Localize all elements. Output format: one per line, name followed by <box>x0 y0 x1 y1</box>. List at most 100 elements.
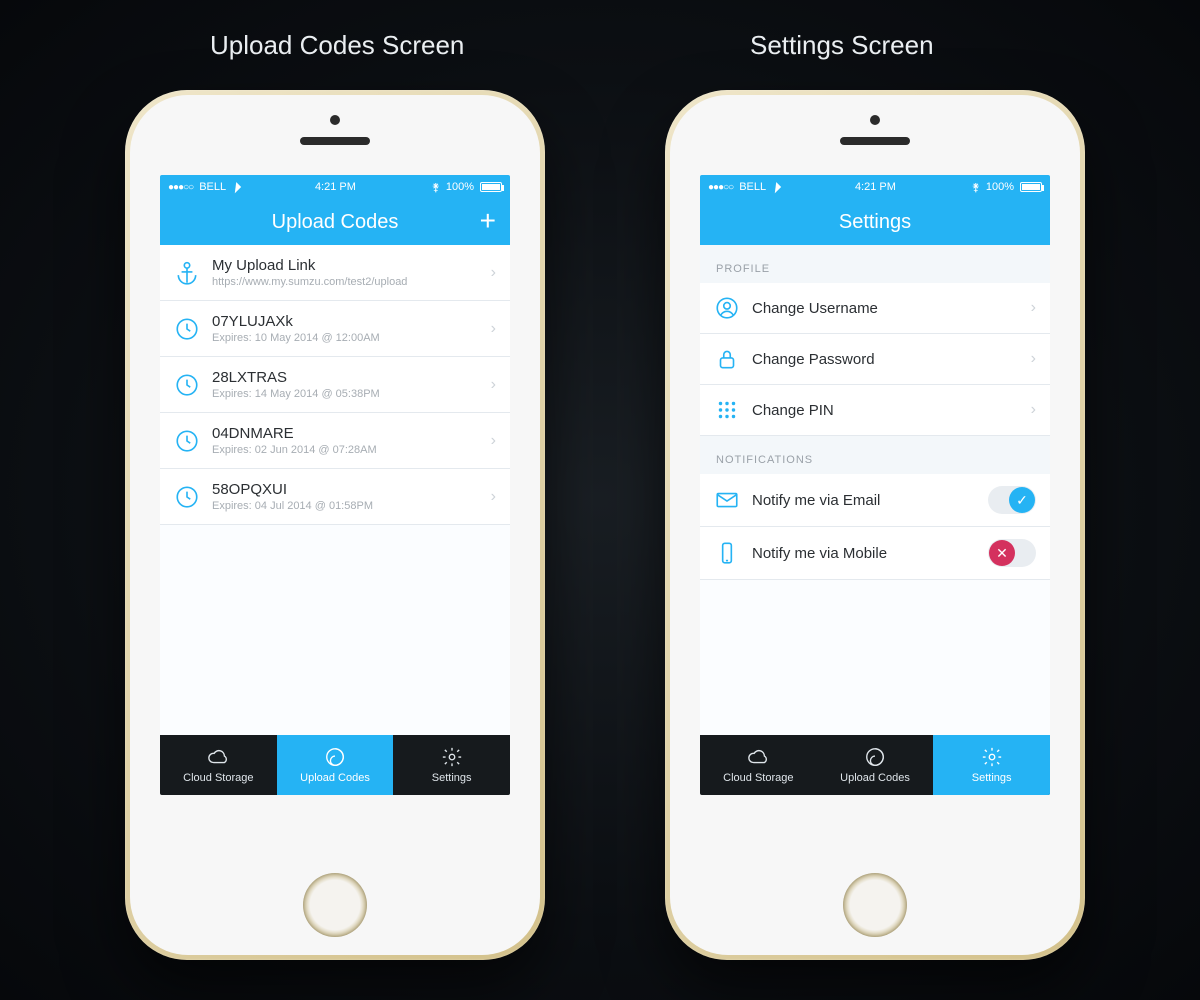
list-item-subtitle: Expires: 04 Jul 2014 @ 01:58PM <box>212 500 479 512</box>
clock-label: 4:21 PM <box>315 181 356 193</box>
battery-label: 100% <box>986 181 1014 193</box>
navbar-settings: Settings <box>700 199 1050 245</box>
settings-list: PROFILE Change Username › Change Passwor… <box>700 245 1050 735</box>
chevron-right-icon: › <box>491 320 496 338</box>
mobile-icon <box>714 540 740 566</box>
phone-settings: ●●●○○ BELL 4:21 PM ⚵ 100% Settings PROFI… <box>665 90 1085 960</box>
battery-icon <box>480 182 502 192</box>
section-header-notifications: NOTIFICATIONS <box>700 436 1050 474</box>
tab-label: Settings <box>972 772 1012 784</box>
signal-dots-icon: ●●●○○ <box>708 182 733 193</box>
swirl-icon <box>864 746 886 768</box>
list-item-code[interactable]: 04DNMARE Expires: 02 Jun 2014 @ 07:28AM … <box>160 413 510 469</box>
settings-row-label: Notify me via Email <box>752 492 976 509</box>
settings-row-label: Change PIN <box>752 402 1019 419</box>
tab-label: Upload Codes <box>840 772 910 784</box>
screen-title-upload: Upload Codes Screen <box>210 30 464 61</box>
tab-bar: Cloud Storage Upload Codes Settings <box>160 735 510 795</box>
settings-row-pin[interactable]: Change PIN › <box>700 385 1050 436</box>
chevron-right-icon: › <box>491 376 496 394</box>
navbar-title: Settings <box>839 211 911 234</box>
gear-icon <box>981 746 1003 768</box>
tab-bar: Cloud Storage Upload Codes Settings <box>700 735 1050 795</box>
tab-upload-codes[interactable]: Upload Codes <box>817 735 934 795</box>
status-bar: ●●●○○ BELL 4:21 PM ⚵ 100% <box>160 175 510 199</box>
timer-icon <box>174 484 200 510</box>
wifi-icon <box>232 181 239 193</box>
list-item-title: 58OPQXUI <box>212 481 479 498</box>
home-button[interactable] <box>303 873 367 937</box>
bluetooth-icon: ⚵ <box>432 181 440 194</box>
screen-upload: ●●●○○ BELL 4:21 PM ⚵ 100% Upload Codes + <box>160 175 510 795</box>
carrier-label: BELL <box>739 181 766 193</box>
settings-row-label: Change Username <box>752 300 1019 317</box>
list-item-code[interactable]: 28LXTRAS Expires: 14 May 2014 @ 05:38PM … <box>160 357 510 413</box>
phone-earpiece <box>840 137 910 145</box>
swirl-icon <box>324 746 346 768</box>
cloud-icon <box>747 746 769 768</box>
phone-earpiece <box>300 137 370 145</box>
toggle-notify-mobile[interactable]: ✕ <box>988 539 1036 567</box>
gear-icon <box>441 746 463 768</box>
phone-camera <box>870 115 880 125</box>
battery-icon <box>1020 182 1042 192</box>
list-item-upload-link[interactable]: My Upload Link https://www.my.sumzu.com/… <box>160 245 510 301</box>
timer-icon <box>174 372 200 398</box>
list-item-subtitle: Expires: 02 Jun 2014 @ 07:28AM <box>212 444 479 456</box>
chevron-right-icon: › <box>1031 350 1036 368</box>
tab-settings[interactable]: Settings <box>933 735 1050 795</box>
settings-row-label: Change Password <box>752 351 1019 368</box>
list-item-title: 07YLUJAXk <box>212 313 479 330</box>
screen-settings: ●●●○○ BELL 4:21 PM ⚵ 100% Settings PROFI… <box>700 175 1050 795</box>
tab-cloud-storage[interactable]: Cloud Storage <box>160 735 277 795</box>
tab-settings[interactable]: Settings <box>393 735 510 795</box>
check-icon: ✓ <box>1009 487 1035 513</box>
settings-row-notify-email: Notify me via Email ✓ <box>700 474 1050 527</box>
wifi-icon <box>772 181 779 193</box>
list-item-title: 28LXTRAS <box>212 369 479 386</box>
signal-dots-icon: ●●●○○ <box>168 182 193 193</box>
list-item-title: 04DNMARE <box>212 425 479 442</box>
carrier-label: BELL <box>199 181 226 193</box>
timer-icon <box>174 428 200 454</box>
settings-row-label: Notify me via Mobile <box>752 545 976 562</box>
timer-icon <box>174 316 200 342</box>
settings-row-password[interactable]: Change Password › <box>700 334 1050 385</box>
list-item-subtitle: https://www.my.sumzu.com/test2/upload <box>212 276 479 288</box>
keypad-icon <box>714 397 740 423</box>
add-button[interactable]: + <box>480 207 496 235</box>
tab-upload-codes[interactable]: Upload Codes <box>277 735 394 795</box>
chevron-right-icon: › <box>1031 401 1036 419</box>
lock-icon <box>714 346 740 372</box>
chevron-right-icon: › <box>491 488 496 506</box>
tab-label: Cloud Storage <box>183 772 253 784</box>
upload-codes-list: My Upload Link https://www.my.sumzu.com/… <box>160 245 510 735</box>
chevron-right-icon: › <box>491 264 496 282</box>
chevron-right-icon: › <box>1031 299 1036 317</box>
tab-label: Cloud Storage <box>723 772 793 784</box>
mail-icon <box>714 487 740 513</box>
clock-label: 4:21 PM <box>855 181 896 193</box>
tab-label: Settings <box>432 772 472 784</box>
tab-label: Upload Codes <box>300 772 370 784</box>
toggle-notify-email[interactable]: ✓ <box>988 486 1036 514</box>
anchor-icon <box>174 260 200 286</box>
phone-upload: ●●●○○ BELL 4:21 PM ⚵ 100% Upload Codes + <box>125 90 545 960</box>
battery-label: 100% <box>446 181 474 193</box>
settings-row-username[interactable]: Change Username › <box>700 283 1050 334</box>
list-item-title: My Upload Link <box>212 257 479 274</box>
list-item-code[interactable]: 07YLUJAXk Expires: 10 May 2014 @ 12:00AM… <box>160 301 510 357</box>
chevron-right-icon: › <box>491 432 496 450</box>
bluetooth-icon: ⚵ <box>972 181 980 194</box>
section-header-profile: PROFILE <box>700 245 1050 283</box>
close-icon: ✕ <box>989 540 1015 566</box>
navbar-title: Upload Codes <box>272 211 399 234</box>
list-item-code[interactable]: 58OPQXUI Expires: 04 Jul 2014 @ 01:58PM … <box>160 469 510 525</box>
status-bar: ●●●○○ BELL 4:21 PM ⚵ 100% <box>700 175 1050 199</box>
settings-row-notify-mobile: Notify me via Mobile ✕ <box>700 527 1050 580</box>
tab-cloud-storage[interactable]: Cloud Storage <box>700 735 817 795</box>
home-button[interactable] <box>843 873 907 937</box>
list-item-subtitle: Expires: 14 May 2014 @ 05:38PM <box>212 388 479 400</box>
navbar-upload: Upload Codes + <box>160 199 510 245</box>
user-icon <box>714 295 740 321</box>
